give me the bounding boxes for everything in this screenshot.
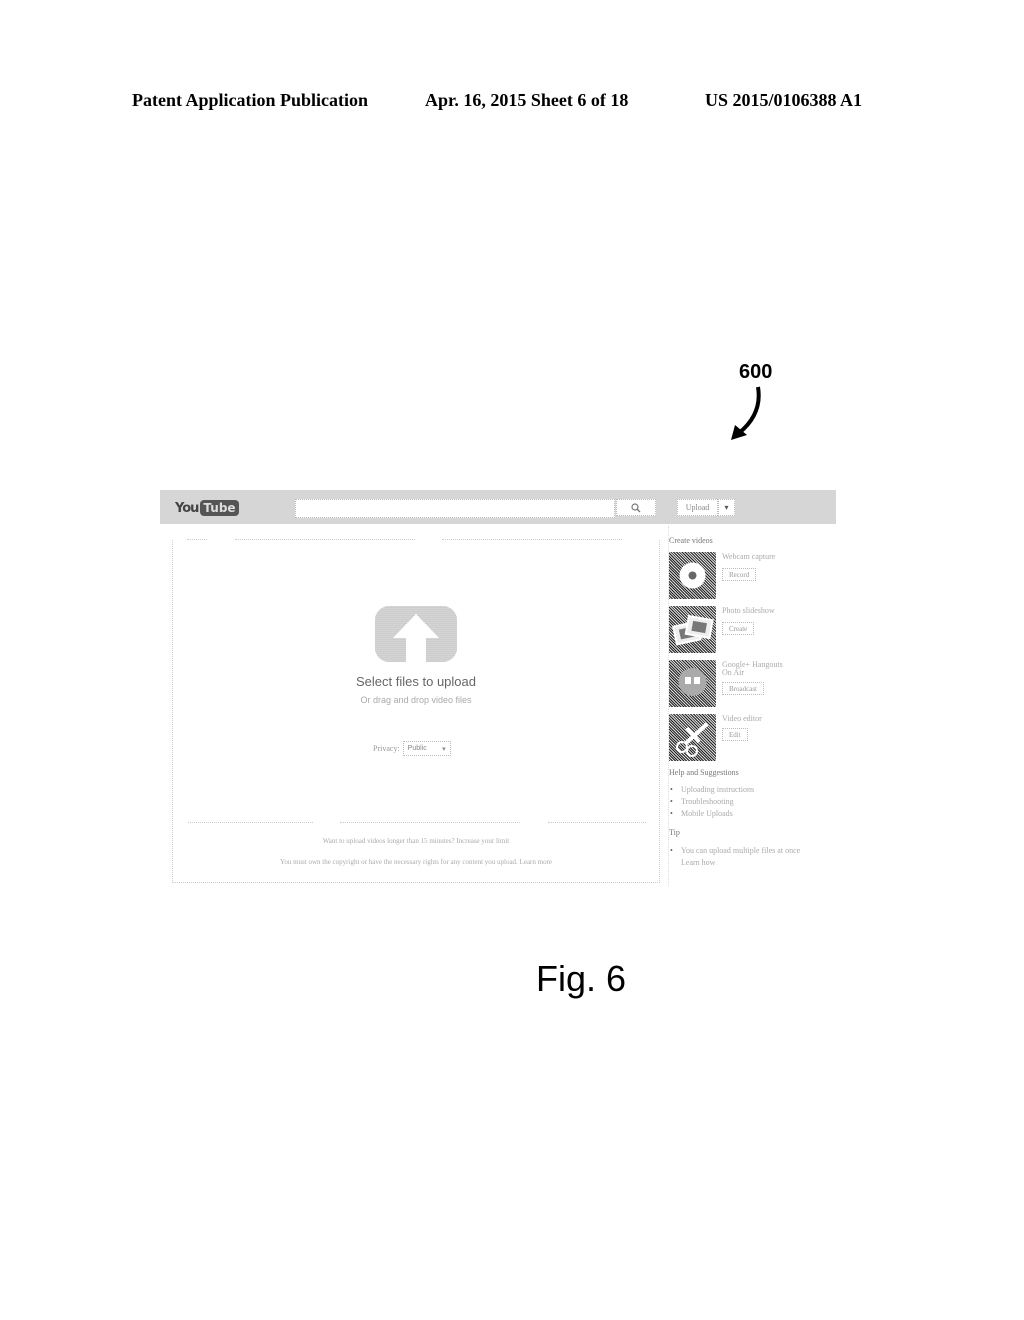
help-link-troubleshooting[interactable]: Troubleshooting	[669, 796, 754, 808]
footer-divider	[548, 822, 646, 823]
figure-label: Fig. 6	[536, 958, 627, 999]
chevron-down-icon: ▾	[724, 503, 729, 512]
create-item-title: Google+ Hangouts On Air	[722, 660, 783, 677]
privacy-label: Privacy:	[373, 744, 400, 753]
create-item-title: Photo slideshow	[722, 606, 775, 615]
create-item-webcam: Webcam capture Record	[669, 552, 834, 600]
tip-heading: Tip	[669, 828, 680, 837]
broadcast-button[interactable]: Broadcast	[722, 682, 764, 695]
reference-arrow-icon	[731, 386, 761, 440]
create-item-hangouts: Google+ Hangouts On Air Broadcast	[669, 660, 834, 708]
help-heading: Help and Suggestions	[669, 768, 739, 777]
chevron-down-icon: ▾	[442, 745, 446, 753]
select-files-text[interactable]: Select files to upload	[173, 674, 659, 689]
create-item-video-editor: Video editor Edit	[669, 714, 834, 762]
privacy-row: Privacy: Public ▾	[373, 741, 451, 756]
youtube-logo[interactable]: You Tube	[175, 499, 239, 517]
edit-button[interactable]: Edit	[722, 728, 748, 741]
webcam-icon	[669, 552, 716, 599]
search-icon	[631, 502, 641, 512]
patent-header: Patent Application Publication Apr. 16, …	[0, 90, 1024, 114]
publication-number: US 2015/0106388 A1	[705, 90, 863, 110]
footer-divider	[188, 822, 313, 823]
search-button[interactable]	[616, 499, 656, 516]
help-list: Uploading instructions Troubleshooting M…	[669, 784, 754, 820]
upload-button[interactable]: Upload	[677, 499, 718, 516]
tip-item: You can upload multiple files at once Le…	[669, 845, 800, 869]
search-input[interactable]	[295, 499, 615, 518]
upload-panel[interactable]: Select files to upload Or drag and drop …	[172, 540, 660, 883]
hangouts-icon	[669, 660, 716, 707]
help-link-uploading[interactable]: Uploading instructions	[669, 784, 754, 796]
tip-list: You can upload multiple files at once Le…	[669, 845, 800, 869]
drag-drop-hint: Or drag and drop video files	[360, 695, 472, 705]
upload-menu-button[interactable]: ▾	[718, 499, 735, 516]
help-link-mobile[interactable]: Mobile Uploads	[669, 808, 754, 820]
create-slideshow-button[interactable]: Create	[722, 622, 755, 635]
upload-arrow-icon[interactable]	[375, 606, 457, 662]
publication-date-sheet: Apr. 16, 2015 Sheet 6 of 18	[425, 90, 629, 110]
privacy-value: Public	[407, 745, 427, 752]
learn-how-link[interactable]: Learn how	[681, 857, 800, 869]
record-button[interactable]: Record	[722, 568, 757, 581]
create-item-title: Video editor	[722, 714, 762, 723]
create-item-slideshow: Photo slideshow Create	[669, 606, 834, 654]
logo-you-text: You	[175, 500, 199, 516]
increase-limit-text[interactable]: Want to upload videos longer than 15 min…	[173, 837, 659, 845]
reference-numeral: 600	[739, 361, 773, 383]
youtube-upload-screenshot: You Tube Upload ▾ Select files to upload…	[160, 490, 836, 890]
copyright-notice[interactable]: You must own the copyright or have the n…	[173, 858, 659, 866]
scissors-icon	[669, 714, 716, 761]
create-videos-heading: Create videos	[669, 536, 713, 545]
footer-divider	[340, 822, 520, 823]
create-item-title: Webcam capture	[722, 552, 776, 561]
logo-tube-text: Tube	[200, 500, 239, 516]
privacy-select[interactable]: Public ▾	[402, 741, 451, 756]
top-bar: You Tube Upload ▾	[160, 490, 836, 524]
publication-title: Patent Application Publication	[132, 90, 369, 110]
photos-icon	[669, 606, 716, 653]
